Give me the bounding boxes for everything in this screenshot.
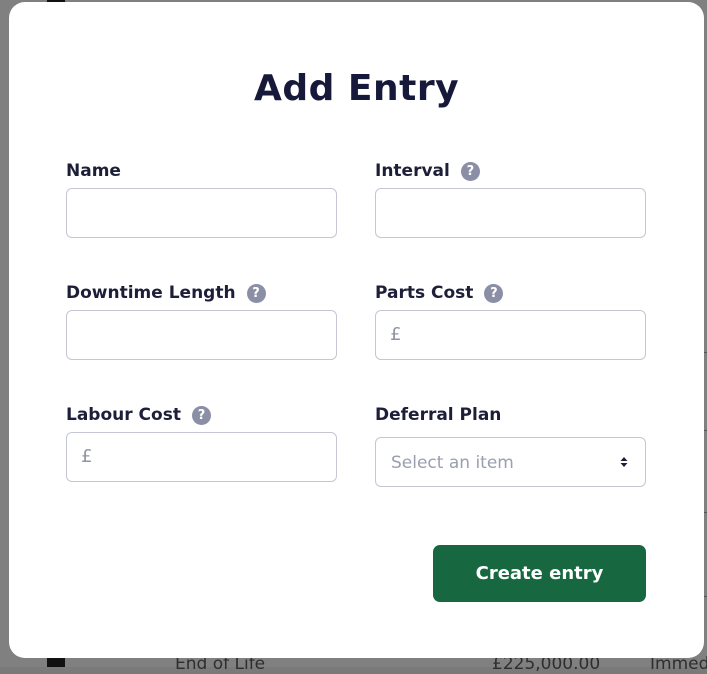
interval-field-group: Interval ? — [375, 160, 646, 238]
create-entry-button[interactable]: Create entry — [433, 545, 646, 602]
modal-title: Add Entry — [253, 68, 460, 109]
parts-cost-field-group: Parts Cost ? £ — [375, 282, 646, 360]
background-bar-bottom — [47, 658, 65, 667]
downtime-length-label-text: Downtime Length — [66, 283, 236, 303]
parts-cost-input[interactable]: £ — [375, 310, 646, 360]
deferral-plan-select[interactable]: Select an item — [375, 437, 646, 487]
interval-input[interactable] — [375, 188, 646, 238]
help-icon[interactable]: ? — [191, 405, 211, 425]
labour-cost-field-group: Labour Cost ? £ — [66, 404, 337, 482]
deferral-plan-label: Deferral Plan — [375, 404, 646, 426]
deferral-plan-label-text: Deferral Plan — [375, 405, 502, 425]
help-icon[interactable]: ? — [484, 283, 504, 303]
labour-cost-label-text: Labour Cost — [66, 405, 181, 425]
labour-cost-label: Labour Cost ? — [66, 404, 337, 426]
deferral-plan-field-group: Deferral Plan Select an item — [375, 404, 646, 487]
help-icon[interactable]: ? — [246, 283, 266, 303]
parts-cost-label-text: Parts Cost — [375, 283, 474, 303]
name-field-group: Name — [66, 160, 337, 238]
downtime-length-label: Downtime Length ? — [66, 282, 337, 304]
name-label-text: Name — [66, 161, 121, 181]
labour-cost-input[interactable]: £ — [66, 432, 337, 482]
parts-cost-label: Parts Cost ? — [375, 282, 646, 304]
downtime-length-field-group: Downtime Length ? — [66, 282, 337, 360]
name-label: Name — [66, 160, 337, 182]
help-icon[interactable]: ? — [460, 161, 480, 181]
deferral-plan-selected-value: Select an item — [391, 453, 514, 473]
downtime-length-input[interactable] — [66, 310, 337, 360]
pound-sign-prefix: £ — [81, 446, 93, 467]
pound-sign-prefix: £ — [390, 324, 402, 345]
select-arrows-icon — [620, 457, 628, 467]
add-entry-modal: Add Entry Name Interval ? Downtime Lengt… — [9, 2, 704, 658]
interval-label-text: Interval — [375, 161, 450, 181]
name-input[interactable] — [66, 188, 337, 238]
interval-label: Interval ? — [375, 160, 646, 182]
